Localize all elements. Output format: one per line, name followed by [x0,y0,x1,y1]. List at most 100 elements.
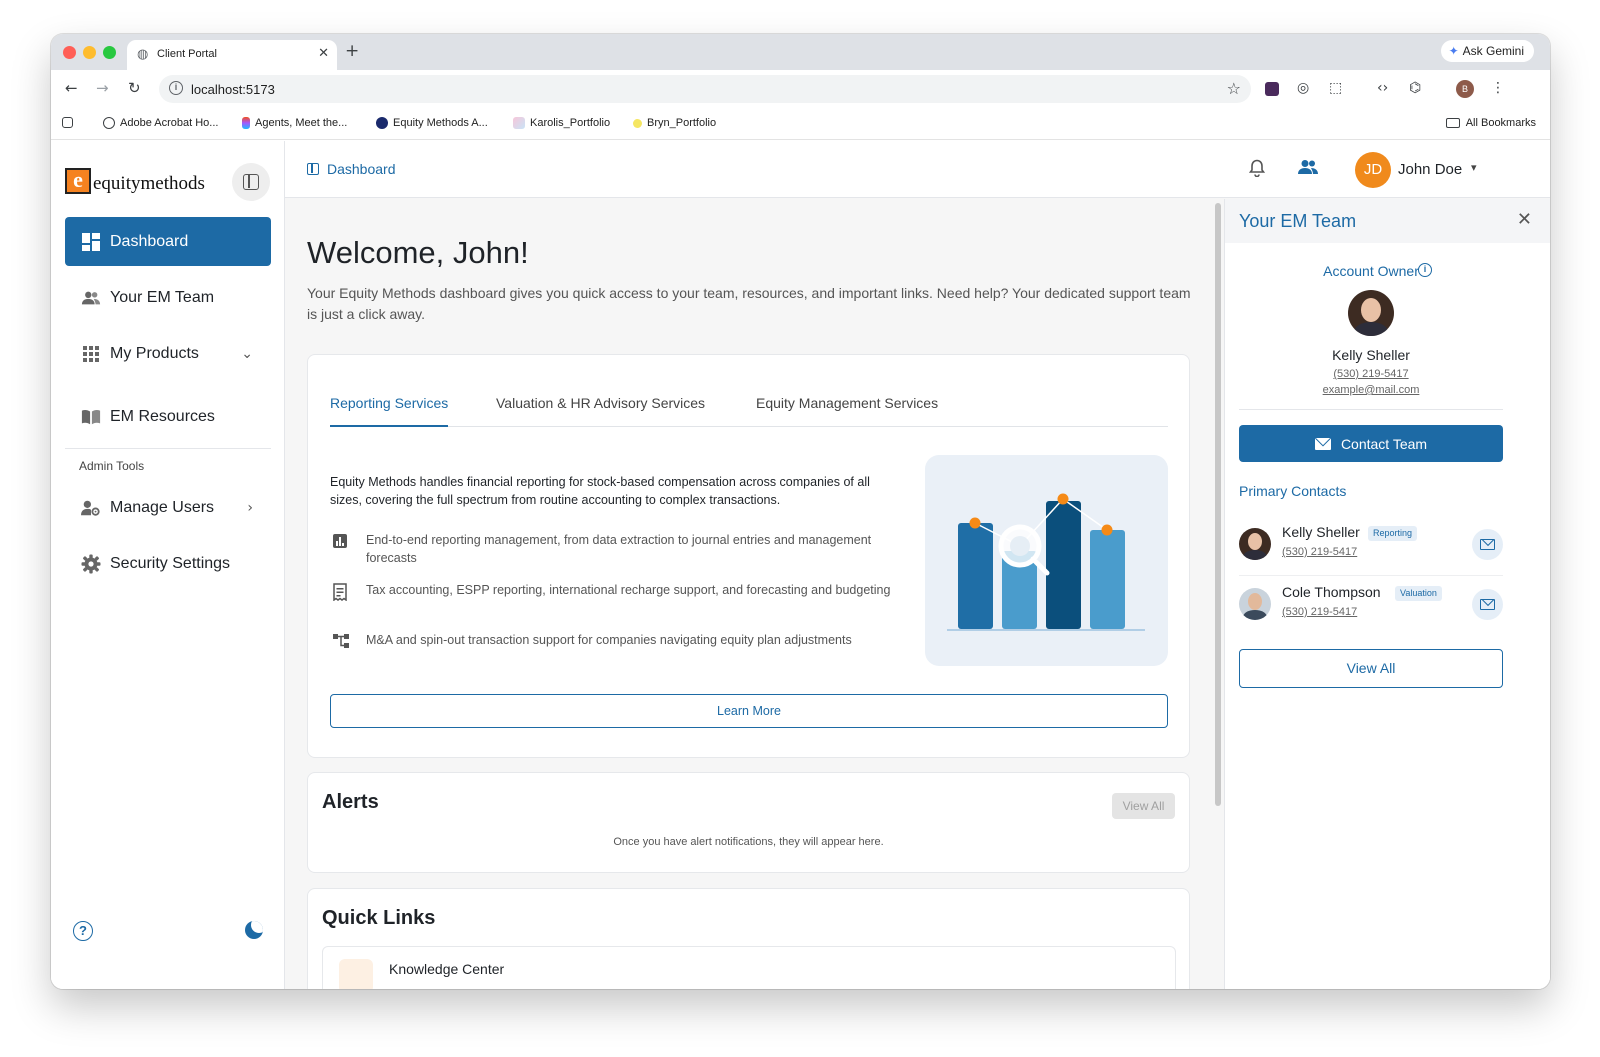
info-icon[interactable]: i [1418,263,1432,277]
bookmark-star-icon[interactable]: ☆ [1227,79,1241,98]
service-point-text: End-to-end reporting management, from da… [366,533,872,565]
email-contact-button[interactable] [1472,589,1503,620]
tab-strip: ◍ Client Portal ✕ + ✦ Ask Gemini [51,34,1550,70]
contact-row: Kelly Sheller Reporting (530) 219-5417 [1239,514,1503,572]
user-avatar[interactable]: JD [1355,152,1391,188]
apps-icon[interactable] [62,117,73,128]
sidebar: e equitymethods Dashboard Your EM Team M… [51,141,285,989]
em-team-header: Your EM Team ✕ [1225,199,1550,243]
minimize-window-button[interactable] [83,46,96,59]
user-name[interactable]: John Doe [1398,161,1462,178]
bookmark-agents[interactable]: Agents, Meet the... [242,117,347,129]
caret-down-icon[interactable]: ▾ [1471,161,1477,174]
extension-icon[interactable] [1265,82,1279,96]
sidebar-item-security-settings[interactable]: Security Settings [65,539,271,588]
services-card: Reporting Services Valuation & HR Adviso… [307,354,1190,758]
primary-contacts-heading: Primary Contacts [1239,483,1347,499]
tab-title: Client Portal [157,48,217,60]
tab-equity-management[interactable]: Equity Management Services [756,395,938,427]
em-team-title: Your EM Team [1239,211,1357,231]
breadcrumb[interactable]: Dashboard [307,161,396,177]
bar-chart-icon [332,533,348,549]
contact-name: Cole Thompson [1282,584,1381,600]
main-scrollbar[interactable] [1212,199,1225,989]
service-point-text: Tax accounting, ESPP reporting, internat… [366,583,891,597]
service-point: M&A and spin-out transaction support for… [330,631,900,653]
account-owner-photo [1348,290,1394,336]
account-owner-email[interactable]: example@mail.com [1225,384,1517,396]
equity-methods-favicon [376,117,388,129]
apps-grid-icon [81,344,101,364]
browser-toolbar: ← → ↻ i localhost:5173 ☆ ◎ ⬚ ‹› ⌬ B ⋮ [51,70,1550,108]
browser-window: ◍ Client Portal ✕ + ✦ Ask Gemini ← → ↻ i… [51,34,1550,989]
view-all-contacts-button[interactable]: View All [1239,649,1503,688]
new-tab-icon[interactable]: + [345,41,359,61]
learn-more-button[interactable]: Learn More [330,694,1168,728]
browser-tab[interactable]: ◍ Client Portal ✕ [127,40,337,70]
tab-valuation-hr-advisory[interactable]: Valuation & HR Advisory Services [496,395,705,427]
quick-links-title: Quick Links [322,907,436,929]
devtools-code-icon[interactable]: ‹› [1377,79,1388,97]
reporting-illustration [925,455,1168,666]
email-contact-button[interactable] [1472,529,1503,560]
close-window-button[interactable] [63,46,76,59]
ask-gemini-button[interactable]: ✦ Ask Gemini [1440,40,1534,62]
bookmark-bryn[interactable]: Bryn_Portfolio [633,117,716,129]
profile-avatar[interactable]: B [1456,80,1474,98]
sidebar-item-your-em-team[interactable]: Your EM Team [65,273,271,322]
sidebar-item-my-products[interactable]: My Products ⌄ [65,329,271,378]
alerts-title: Alerts [322,791,379,813]
contact-team-label: Contact Team [1340,435,1428,452]
alerts-view-all-button[interactable]: View All [1112,793,1175,819]
close-icon[interactable]: ✕ [1517,209,1532,230]
contact-team-button[interactable]: Contact Team [1239,425,1503,462]
team-people-icon[interactable] [1297,159,1319,180]
extensions-puzzle-icon[interactable]: ⬚ [1329,79,1342,97]
bookmark-equity-methods[interactable]: Equity Methods A... [376,117,488,129]
url-text: localhost:5173 [191,82,275,97]
tab-close-icon[interactable]: ✕ [318,46,329,61]
contact-photo [1239,528,1271,560]
sidebar-item-em-resources[interactable]: EM Resources [65,392,271,441]
help-icon[interactable]: ? [73,921,93,941]
site-info-icon[interactable]: i [169,81,183,95]
scrollbar-thumb[interactable] [1215,203,1221,806]
quick-link-knowledge-center[interactable]: Knowledge Center [322,946,1176,989]
dashboard-icon [81,232,101,252]
manage-users-icon [81,498,101,518]
gemini-sparkle-icon: ✦ [1448,44,1459,58]
contact-name: Kelly Sheller [1282,524,1360,540]
browser-menu-icon[interactable]: ⋮ [1491,79,1505,97]
contact-phone[interactable]: (530) 219-5417 [1282,606,1357,618]
equity-methods-logo[interactable]: e equitymethods [65,168,205,194]
back-arrow-icon[interactable]: ← [65,79,78,97]
extension-search-icon[interactable]: ◎ [1297,79,1309,97]
maximize-window-button[interactable] [103,46,116,59]
reload-icon[interactable]: ↻ [128,79,141,97]
gear-icon [81,554,101,574]
contact-badge: Valuation [1395,586,1442,601]
breadcrumb-dashboard: Dashboard [327,161,396,177]
contact-phone[interactable]: (530) 219-5417 [1282,546,1357,558]
all-bookmarks-button[interactable]: All Bookmarks [1445,117,1536,129]
team-divider [1239,409,1503,410]
bookmark-karolis[interactable]: Karolis_Portfolio [513,117,610,129]
folder-icon [1445,118,1460,128]
chevron-down-icon[interactable]: ⌄ [241,346,253,362]
dark-mode-moon-icon[interactable] [245,921,263,939]
incognito-icon[interactable]: ⌬ [1409,79,1421,97]
chevron-right-icon[interactable]: › [247,500,253,516]
service-point: Tax accounting, ESPP reporting, internat… [330,581,900,621]
collapse-sidebar-button[interactable] [232,163,270,201]
account-owner-name: Kelly Sheller [1332,347,1410,363]
sidebar-item-manage-users[interactable]: Manage Users › [65,483,271,532]
forward-arrow-icon[interactable]: → [96,79,109,97]
address-bar[interactable]: i localhost:5173 ☆ [159,75,1251,103]
sidebar-item-dashboard[interactable]: Dashboard [65,217,271,266]
quick-links-card: Quick Links Knowledge Center [307,888,1190,989]
tab-reporting-services[interactable]: Reporting Services [330,395,449,427]
bookmark-adobe[interactable]: Adobe Acrobat Ho... [103,117,218,129]
account-owner-phone[interactable]: (530) 219-5417 [1225,368,1517,380]
dashboard-layout-icon [307,163,319,175]
bell-icon[interactable] [1248,159,1266,182]
